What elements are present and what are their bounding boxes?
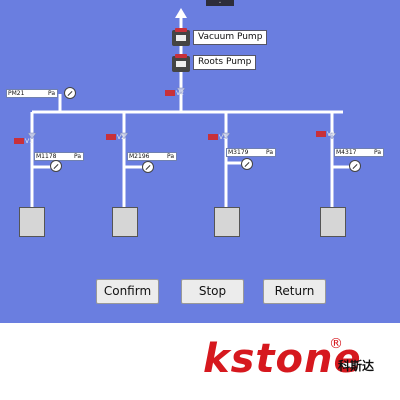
exhaust-arrow-icon: [175, 8, 187, 18]
main-gauge-icon: [64, 87, 76, 99]
chamber-3[interactable]: [214, 207, 240, 237]
stop-button[interactable]: Stop: [181, 279, 244, 304]
valve-1-tag[interactable]: V1: [14, 138, 33, 145]
roots-pump-label: Roots Pump: [193, 55, 257, 70]
main-valve-tag[interactable]: V2: [165, 90, 184, 97]
chamber-2[interactable]: [112, 207, 138, 237]
vacuum-pump-icon[interactable]: [172, 28, 190, 46]
sensor-1-readout: M1178 Pa: [34, 152, 84, 161]
sensor-4-readout: M4317 Pa: [334, 148, 384, 157]
valve-3-tag[interactable]: V3: [208, 134, 227, 141]
sensor-2-readout: M2196 Pa: [127, 152, 177, 161]
brand-chinese-name: 科斯达: [338, 359, 375, 373]
chamber-1[interactable]: [19, 207, 45, 237]
gauge-1-icon: [50, 160, 62, 172]
registered-mark: ®: [329, 336, 343, 352]
confirm-button[interactable]: Confirm: [96, 279, 159, 304]
gauge-2-icon: [142, 161, 154, 173]
gauge-3-icon: [241, 158, 253, 170]
sensor-3-readout: M3179 Pa: [226, 148, 276, 157]
valve-4-tag[interactable]: V4: [316, 131, 335, 138]
valve-2-tag[interactable]: V2: [106, 134, 125, 141]
vacuum-pump-label: Vacuum Pump: [193, 30, 268, 45]
chamber-4[interactable]: [320, 207, 346, 237]
return-button[interactable]: Return: [263, 279, 326, 304]
gauge-4-icon: [349, 160, 361, 172]
main-pressure-readout: PM21 Pa: [6, 89, 58, 98]
roots-pump-icon[interactable]: [172, 54, 190, 72]
